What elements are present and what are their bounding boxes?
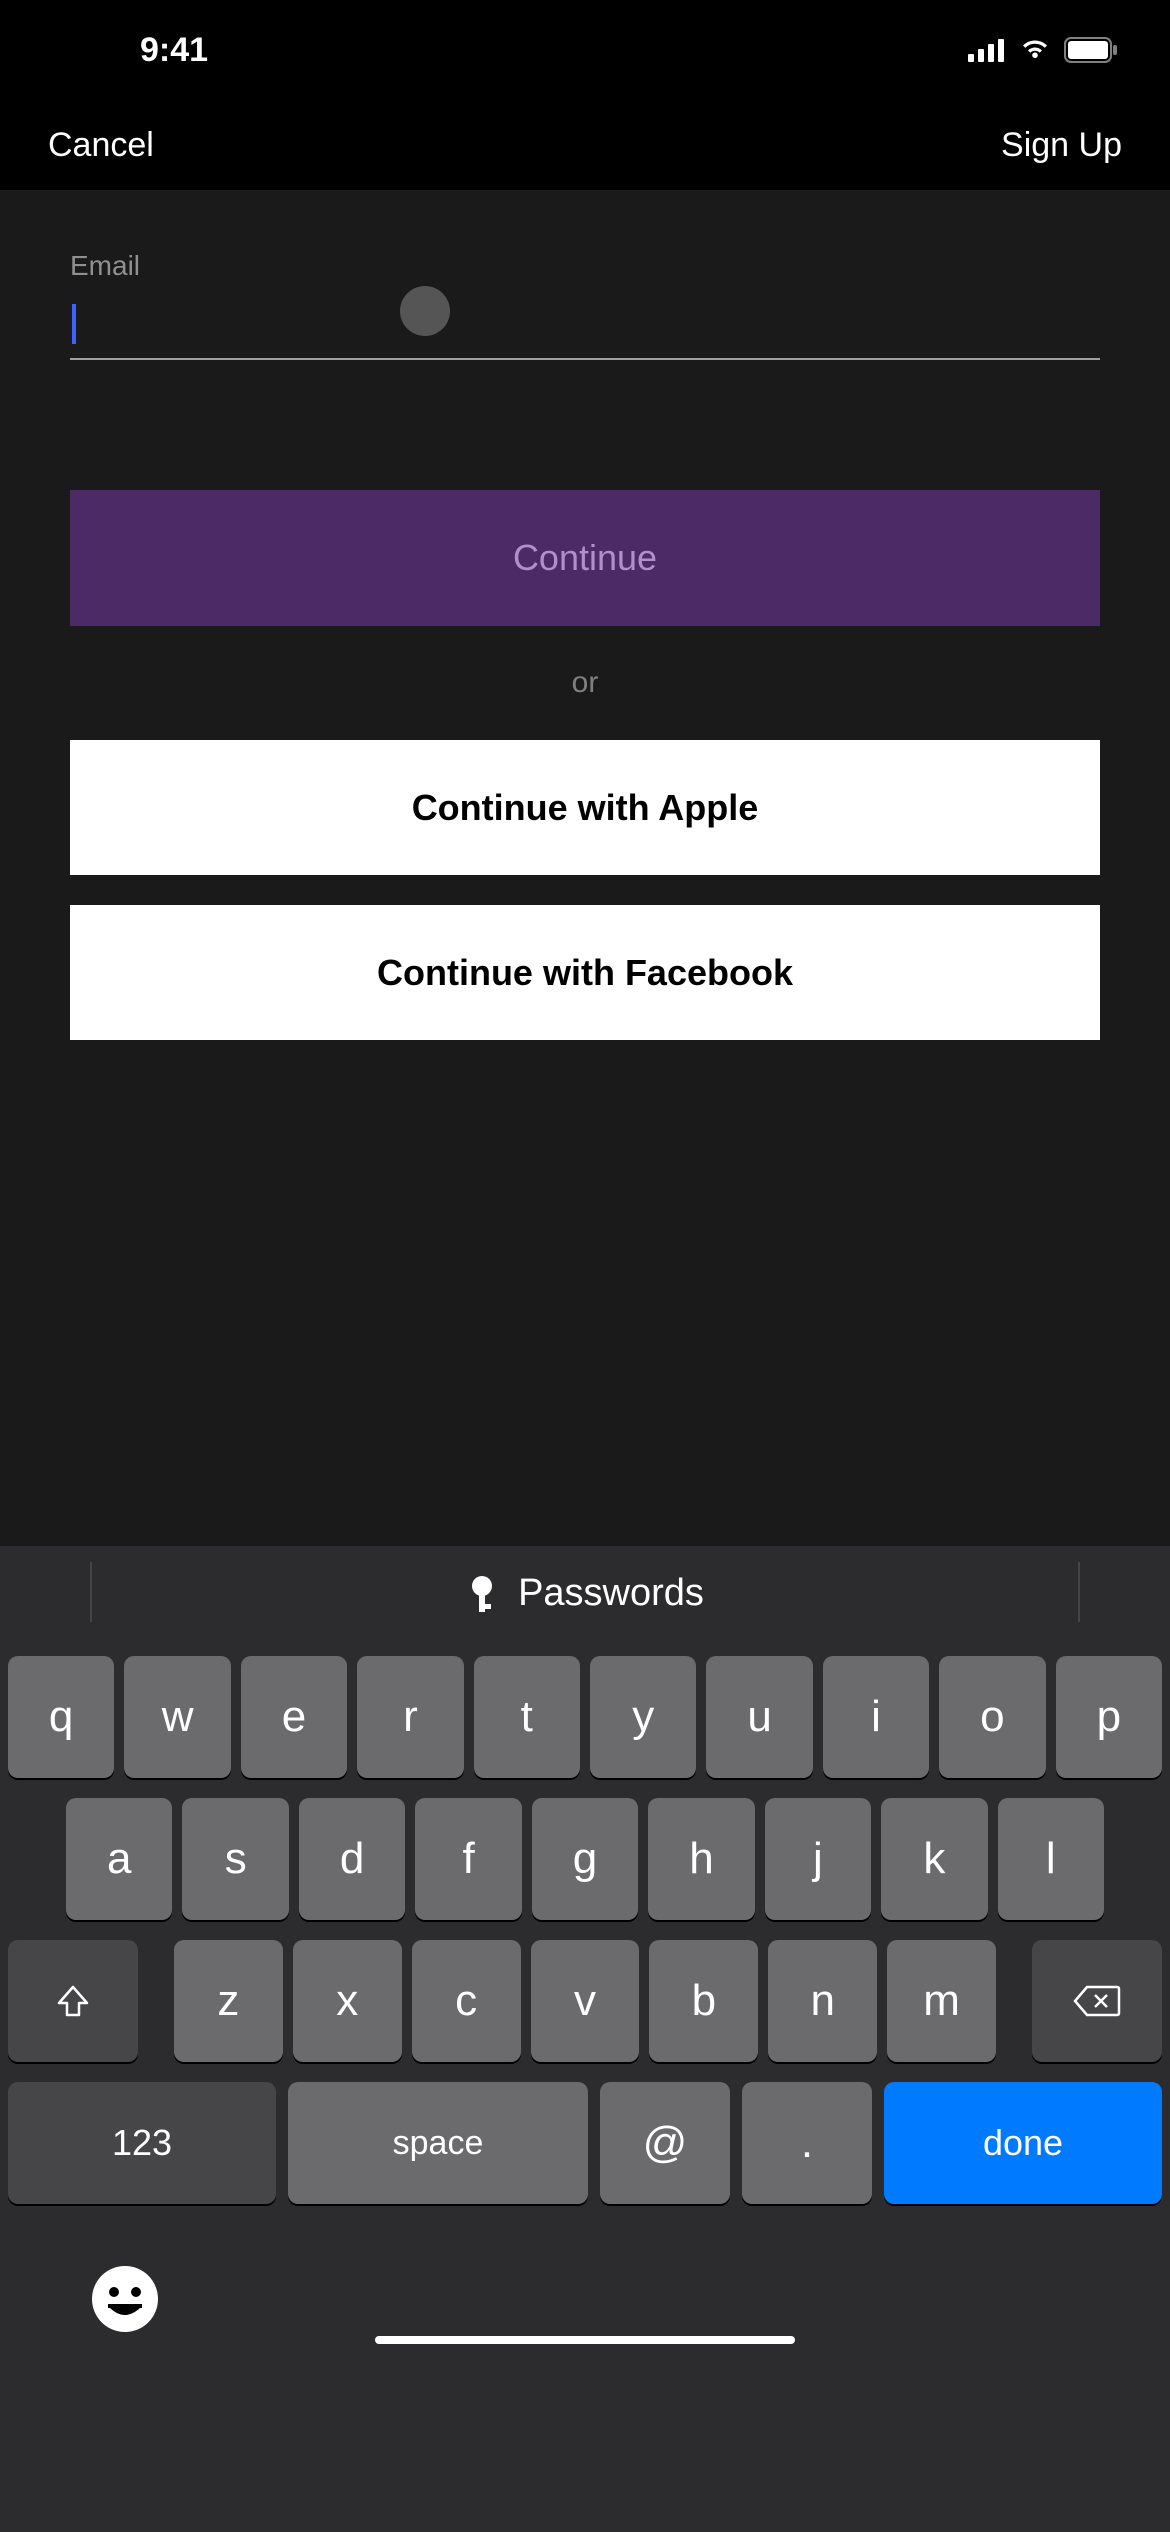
key-z[interactable]: z (174, 1940, 283, 2062)
key-f[interactable]: f (415, 1798, 521, 1920)
email-label: Email (70, 250, 1100, 282)
shift-key[interactable] (8, 1940, 138, 2062)
continue-facebook-button[interactable]: Continue with Facebook (70, 905, 1100, 1040)
key-m[interactable]: m (887, 1940, 996, 2062)
keyboard-row-4: 123 space @ . done (8, 2082, 1162, 2204)
cancel-button[interactable]: Cancel (48, 126, 154, 165)
key-b[interactable]: b (649, 1940, 758, 2062)
text-cursor (72, 304, 76, 344)
key-d[interactable]: d (299, 1798, 405, 1920)
touch-indicator (400, 286, 450, 336)
keyboard-row-2: a s d f g h j k l (8, 1798, 1162, 1920)
key-icon (466, 1574, 498, 1614)
key-q[interactable]: q (8, 1656, 114, 1778)
key-g[interactable]: g (532, 1798, 638, 1920)
or-divider: or (70, 666, 1100, 700)
key-i[interactable]: i (823, 1656, 929, 1778)
passwords-suggestion: Passwords (518, 1572, 704, 1615)
continue-button[interactable]: Continue (70, 490, 1100, 626)
emoji-button[interactable] (90, 2264, 160, 2334)
key-n[interactable]: n (768, 1940, 877, 2062)
continue-apple-button[interactable]: Continue with Apple (70, 740, 1100, 875)
wifi-icon (1018, 38, 1052, 62)
space-key[interactable]: space (288, 2082, 588, 2204)
key-u[interactable]: u (706, 1656, 812, 1778)
keyboard-footer (0, 2224, 1170, 2364)
numbers-key[interactable]: 123 (8, 2082, 276, 2204)
key-y[interactable]: y (590, 1656, 696, 1778)
key-v[interactable]: v (531, 1940, 640, 2062)
key-r[interactable]: r (357, 1656, 463, 1778)
status-bar: 9:41 (0, 0, 1170, 100)
home-indicator[interactable] (375, 2336, 795, 2344)
key-t[interactable]: t (474, 1656, 580, 1778)
keyboard: Passwords q w e r t y u i o p a s d f g … (0, 1546, 1170, 2532)
status-icons (968, 37, 1120, 63)
at-key[interactable]: @ (600, 2082, 730, 2204)
shift-icon (53, 1981, 93, 2021)
signup-form: Email Continue or Continue with Apple Co… (0, 190, 1170, 1546)
key-o[interactable]: o (939, 1656, 1045, 1778)
key-w[interactable]: w (124, 1656, 230, 1778)
cellular-icon (968, 38, 1006, 62)
key-c[interactable]: c (412, 1940, 521, 2062)
key-j[interactable]: j (765, 1798, 871, 1920)
battery-icon (1064, 37, 1120, 63)
nav-bar: Cancel Sign Up (0, 100, 1170, 190)
keyboard-row-3: z x c v b n m (8, 1940, 1162, 2062)
keyboard-row-1: q w e r t y u i o p (8, 1656, 1162, 1778)
email-input[interactable] (70, 290, 1100, 358)
key-x[interactable]: x (293, 1940, 402, 2062)
backspace-key[interactable] (1032, 1940, 1162, 2062)
key-h[interactable]: h (648, 1798, 754, 1920)
status-time: 9:41 (140, 31, 208, 70)
key-p[interactable]: p (1056, 1656, 1162, 1778)
emoji-icon (90, 2264, 160, 2334)
keyboard-suggestion-bar[interactable]: Passwords (0, 1546, 1170, 1641)
backspace-icon (1073, 1983, 1121, 2019)
key-l[interactable]: l (998, 1798, 1104, 1920)
dot-key[interactable]: . (742, 2082, 872, 2204)
done-key[interactable]: done (884, 2082, 1162, 2204)
email-input-wrap[interactable] (70, 290, 1100, 360)
key-a[interactable]: a (66, 1798, 172, 1920)
key-e[interactable]: e (241, 1656, 347, 1778)
signup-button[interactable]: Sign Up (1001, 126, 1122, 165)
key-k[interactable]: k (881, 1798, 987, 1920)
key-s[interactable]: s (182, 1798, 288, 1920)
